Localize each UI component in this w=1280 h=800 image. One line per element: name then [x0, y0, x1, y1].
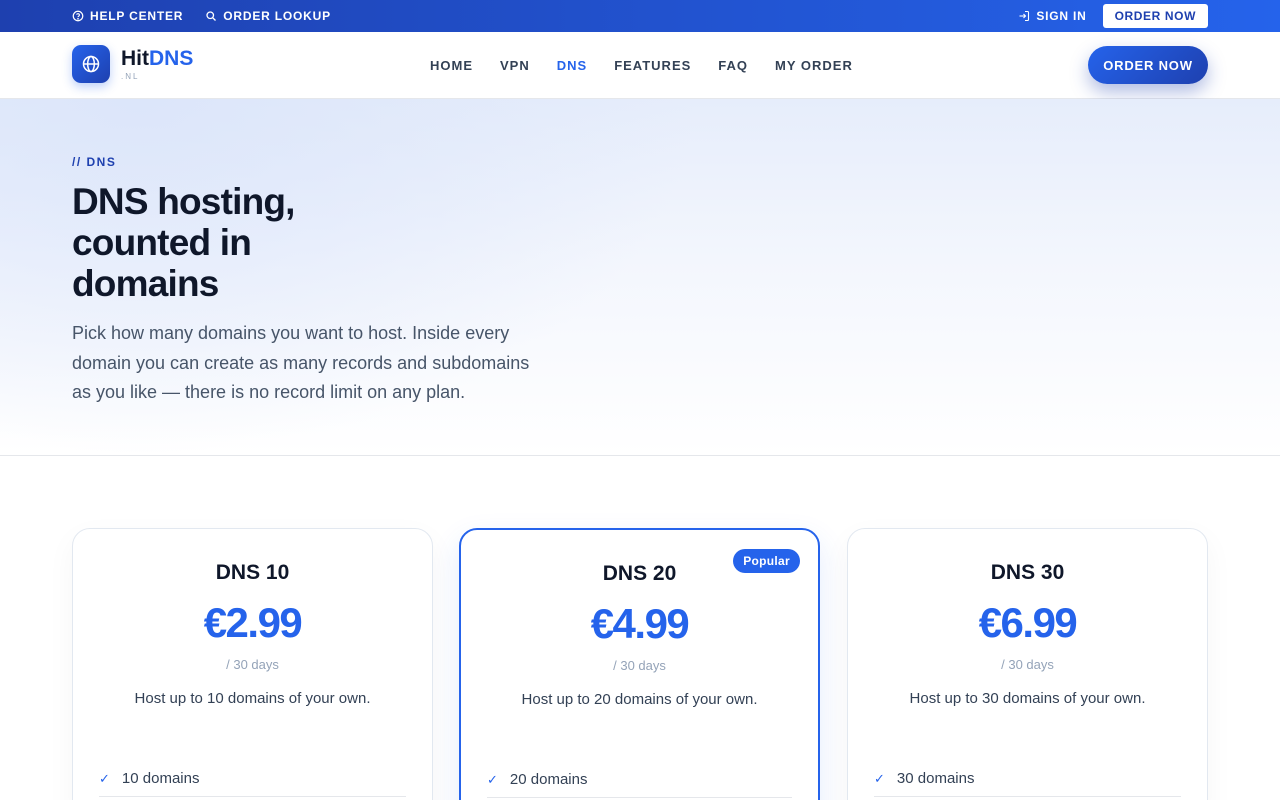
popular-badge: Popular: [733, 549, 800, 573]
nav-home[interactable]: HOME: [430, 58, 473, 73]
logo-name-accent: DNS: [149, 46, 194, 70]
check-icon: ✓: [99, 770, 110, 786]
plan-card-dns-20[interactable]: Popular DNS 20 €4.99 / 30 days Host up t…: [459, 528, 820, 800]
search-icon: [206, 11, 217, 21]
hero-description: Pick how many domains you want to host. …: [72, 323, 530, 402]
sign-in-label: SIGN IN: [1036, 9, 1087, 23]
plan-period: / 30 days: [613, 658, 666, 673]
order-lookup-label: ORDER LOOKUP: [223, 9, 331, 23]
plan-features: ✓ 10 domains: [99, 761, 406, 797]
nav-my-order[interactable]: MY ORDER: [775, 58, 853, 73]
help-center-link[interactable]: HELP CENTER: [72, 9, 183, 23]
top-bar-right: SIGN IN ORDER NOW: [1018, 0, 1208, 32]
plan-price: €2.99: [203, 599, 303, 646]
hero-eyebrow: // DNS: [72, 155, 117, 169]
plan-period: / 30 days: [226, 657, 279, 672]
top-utility-bar: HELP CENTER ORDER LOOKUP SIGN IN ORDER N…: [0, 0, 1280, 32]
plan-blurb: Host up to 20 domains of your own.: [521, 691, 758, 708]
plan-card-dns-10[interactable]: DNS 10 €2.99 / 30 days Host up to 10 dom…: [72, 528, 433, 800]
order-lookup-link[interactable]: ORDER LOOKUP: [205, 9, 331, 23]
nav-dns[interactable]: DNS: [557, 58, 587, 73]
help-center-label: HELP CENTER: [90, 9, 184, 23]
plan-name: DNS 10: [215, 561, 290, 584]
list-item: ✓ 20 domains: [487, 762, 792, 798]
pricing-cards: DNS 10 €2.99 / 30 days Host up to 10 dom…: [72, 528, 1208, 800]
sign-in-link[interactable]: SIGN IN: [1018, 9, 1086, 23]
feature-label: 10 domains: [121, 770, 200, 787]
plan-period: / 30 days: [1001, 657, 1054, 672]
help-circle-icon: [72, 10, 84, 22]
nav-vpn[interactable]: VPN: [500, 58, 530, 73]
feature-label: 30 domains: [896, 770, 975, 787]
logo-tld: .NL: [121, 71, 140, 81]
sign-in-icon: [1019, 10, 1030, 22]
globe-icon: [82, 55, 100, 73]
page-title: DNS hosting, counted in domains: [72, 181, 295, 304]
check-icon: ✓: [874, 770, 885, 786]
feature-label: 20 domains: [509, 771, 588, 788]
main-nav: HOME VPN DNS FEATURES FAQ MY ORDER: [430, 32, 853, 98]
plan-card-dns-30[interactable]: DNS 30 €6.99 / 30 days Host up to 30 dom…: [847, 528, 1208, 800]
nav-faq[interactable]: FAQ: [718, 58, 748, 73]
plan-features: ✓ 20 domains: [487, 762, 792, 798]
plan-features: ✓ 30 domains: [874, 761, 1181, 797]
plan-price: €6.99: [978, 599, 1078, 646]
logo-name: HitDNS: [121, 48, 193, 69]
logo-badge: [72, 45, 110, 83]
check-icon: ✓: [487, 771, 498, 787]
hero-section: // DNS DNS hosting, counted in domains P…: [0, 99, 1280, 456]
plan-price: €4.99: [590, 600, 690, 647]
top-bar-left: HELP CENTER ORDER LOOKUP: [72, 0, 331, 32]
top-order-now-button[interactable]: ORDER NOW: [1102, 4, 1208, 28]
list-item: ✓ 30 domains: [874, 761, 1181, 797]
logo[interactable]: HitDNS .NL: [72, 45, 193, 83]
nav-features[interactable]: FEATURES: [614, 58, 691, 73]
plan-blurb: Host up to 30 domains of your own.: [909, 690, 1146, 707]
logo-text: HitDNS .NL: [121, 48, 193, 81]
header-order-now-button[interactable]: ORDER NOW: [1088, 46, 1208, 84]
plan-blurb: Host up to 10 domains of your own.: [134, 690, 371, 707]
site-header: HitDNS .NL HOME VPN DNS FEATURES FAQ MY …: [0, 32, 1280, 99]
logo-name-primary: Hit: [121, 46, 149, 70]
list-item: ✓ 10 domains: [99, 761, 406, 797]
plan-name: DNS 30: [990, 561, 1065, 584]
